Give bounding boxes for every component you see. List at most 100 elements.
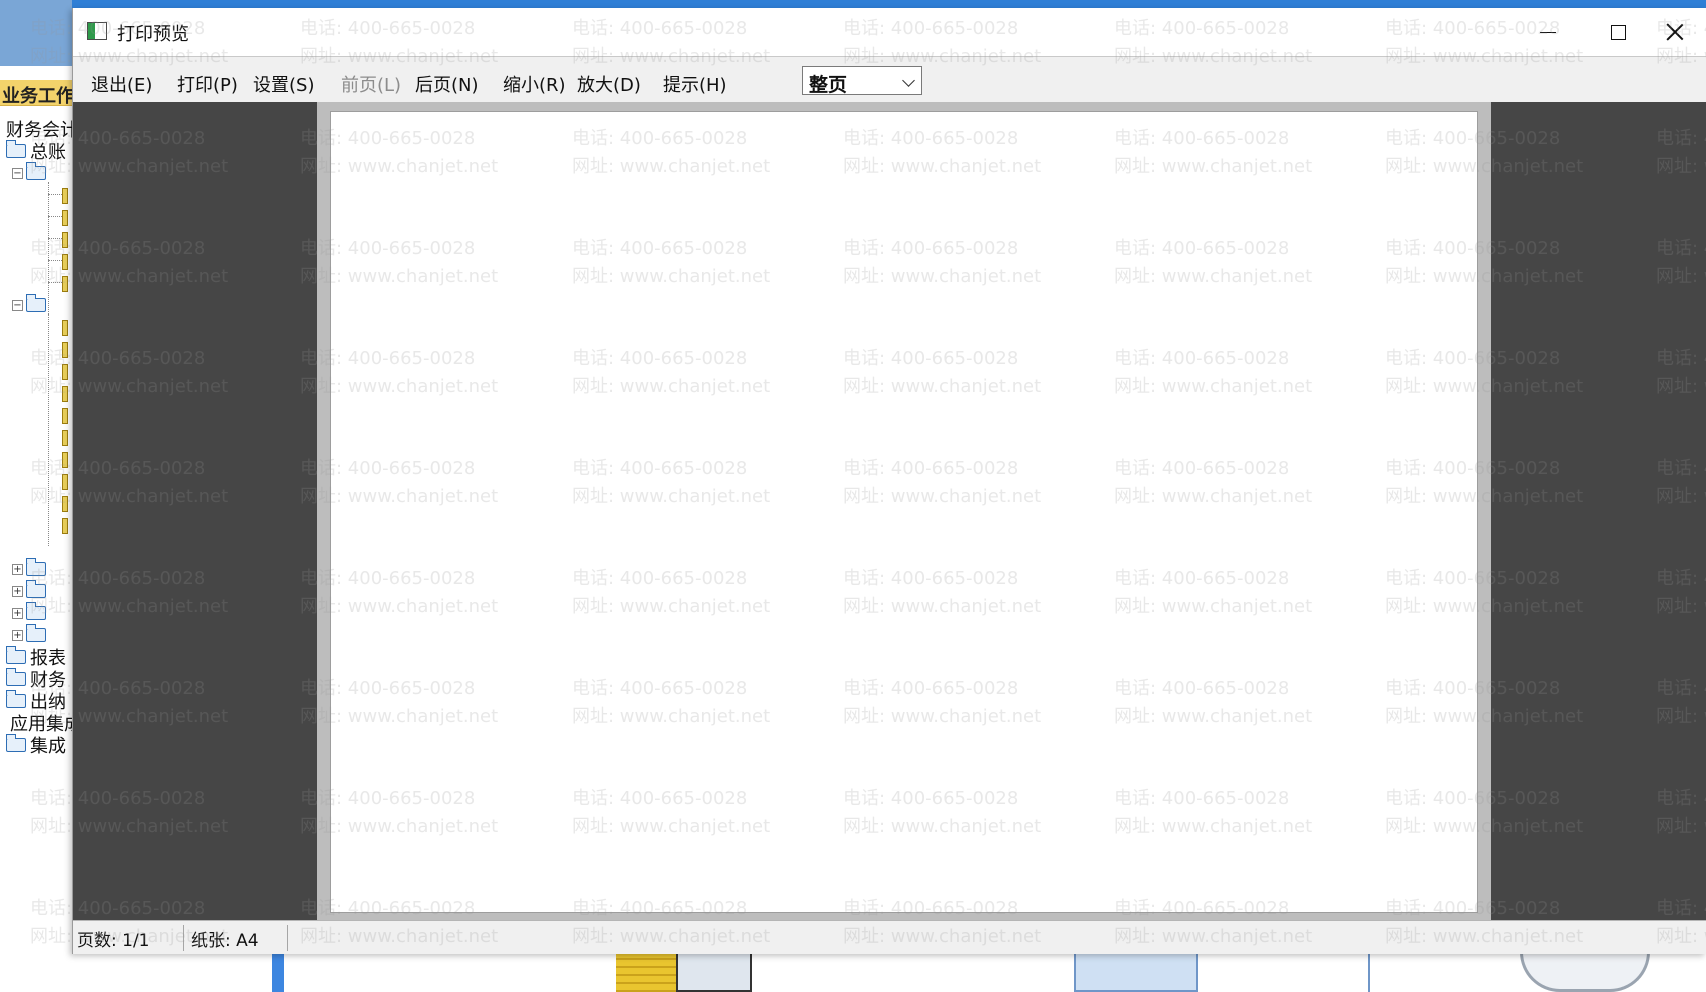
folder-icon (6, 668, 26, 686)
tree-leaf[interactable] (62, 449, 68, 471)
tree-leaf[interactable] (62, 383, 68, 405)
tree-connector (48, 216, 62, 217)
folder-icon (26, 624, 46, 642)
tree-leaf[interactable] (62, 427, 68, 449)
folder-icon (6, 690, 26, 708)
tree-node-apps-group[interactable]: 应用集成 (0, 712, 82, 735)
business-work-tab-label: 业务工作 (2, 86, 74, 107)
document-icon (62, 364, 68, 380)
document-icon (62, 210, 68, 226)
folder-icon (26, 580, 46, 598)
exit-button[interactable]: 退出(E) (91, 71, 152, 97)
expand-icon[interactable]: + (12, 563, 23, 575)
tree-node-label: 总账 (30, 142, 66, 163)
tree-leaf[interactable] (62, 185, 68, 207)
chevron-down-icon (902, 74, 915, 87)
tree-node-label: 集成 (30, 736, 66, 757)
tree-node-collapsed[interactable]: + (12, 602, 50, 624)
tree-node-reports[interactable]: 报表 (6, 646, 66, 669)
tree-leaf[interactable] (62, 405, 68, 427)
folder-icon (26, 602, 46, 620)
document-icon (62, 496, 68, 512)
status-bar: 页数: 1/1 纸张: A4 (73, 920, 1706, 954)
expand-icon[interactable]: + (12, 585, 23, 597)
tree-leaf[interactable] (62, 317, 68, 339)
expand-icon[interactable]: + (12, 607, 23, 619)
tree-leaf[interactable] (62, 471, 68, 493)
tree-connector (48, 238, 62, 239)
folder-open-icon (26, 294, 46, 312)
folder-open-icon (6, 140, 26, 158)
next-page-button[interactable]: 后页(N) (415, 71, 479, 97)
status-divider (287, 925, 288, 951)
tree-node-integration[interactable]: 集成 (6, 734, 66, 757)
document-icon (62, 474, 68, 490)
line-illustration-icon (1266, 952, 1370, 992)
tree-node-ledger-sub2[interactable]: − (12, 294, 50, 316)
tree-node-ledger[interactable]: 总账 (6, 140, 66, 163)
tree-node-finance[interactable]: 财务 (6, 668, 66, 691)
tree-node-finance-accounting[interactable]: 财务会计 (0, 118, 78, 141)
zoom-in-button[interactable]: 放大(D) (577, 71, 641, 97)
tree-leaf[interactable] (62, 515, 68, 537)
collapse-icon[interactable]: − (12, 299, 23, 311)
paper-size-label: 纸张: A4 (191, 930, 259, 951)
tree-connector (48, 260, 62, 261)
folder-icon (26, 558, 46, 576)
document-icon (62, 452, 68, 468)
tree-connector (48, 282, 62, 283)
tree-leaf[interactable] (62, 251, 68, 273)
preview-toolbar: 退出(E) 打印(P) 设置(S) 前页(L) 后页(N) 缩小(R) 放大(D… (73, 56, 1706, 102)
document-icon (62, 320, 68, 336)
minimize-icon (1540, 31, 1556, 33)
tree-node-collapsed[interactable]: + (12, 580, 50, 602)
background-blue-bar (272, 952, 284, 992)
expand-icon[interactable]: + (12, 629, 23, 641)
monitor-illustration-icon (676, 952, 752, 992)
document-icon (62, 430, 68, 446)
document-icon (62, 386, 68, 402)
hint-button[interactable]: 提示(H) (663, 71, 727, 97)
document-icon (62, 342, 68, 358)
document-icon (62, 232, 68, 248)
tree-node-ledger-sub1[interactable]: − (12, 162, 50, 184)
tree-leaf[interactable] (62, 229, 68, 251)
app-window-icon (87, 22, 107, 40)
previous-page-button[interactable]: 前页(L) (341, 71, 401, 97)
tree-leaf[interactable] (62, 493, 68, 515)
business-work-tab-header[interactable]: 业务工作 (0, 80, 74, 107)
folder-icon (6, 734, 26, 752)
preview-viewport[interactable] (73, 102, 1706, 920)
tree-node-cashier[interactable]: 出纳 (6, 690, 66, 713)
print-button[interactable]: 打印(P) (177, 71, 238, 97)
close-icon (1666, 23, 1684, 41)
document-icon (62, 254, 68, 270)
close-button[interactable] (1643, 8, 1706, 56)
tree-leaf[interactable] (62, 339, 68, 361)
minimize-button[interactable] (1513, 8, 1583, 56)
tree-leaf[interactable] (62, 273, 68, 295)
collapse-icon[interactable]: − (12, 167, 23, 179)
tree-node-collapsed[interactable]: + (12, 558, 50, 580)
maximize-icon (1610, 24, 1626, 40)
tree-leaf[interactable] (62, 361, 68, 383)
document-icon (62, 188, 68, 204)
page-frame (317, 102, 1491, 920)
tree-leaf[interactable] (62, 207, 68, 229)
zoom-mode-select[interactable]: 整页 (802, 66, 922, 96)
device-illustration-icon (1520, 952, 1650, 992)
tree-node-collapsed[interactable]: + (12, 624, 50, 646)
tree-connector (48, 314, 49, 546)
folder-open-icon (26, 162, 46, 180)
coins-illustration-icon (616, 952, 676, 992)
window-title: 打印预览 (117, 24, 189, 45)
folder-icon (6, 646, 26, 664)
preview-page[interactable] (331, 112, 1477, 912)
setup-button[interactable]: 设置(S) (253, 71, 314, 97)
background-title-strip (0, 0, 1706, 8)
zoom-out-button[interactable]: 缩小(R) (503, 71, 566, 97)
page-count-label: 页数: 1/1 (77, 930, 150, 951)
status-divider (183, 925, 184, 951)
title-bar[interactable]: 打印预览 (73, 8, 1706, 56)
background-desktop-area (0, 952, 1706, 992)
